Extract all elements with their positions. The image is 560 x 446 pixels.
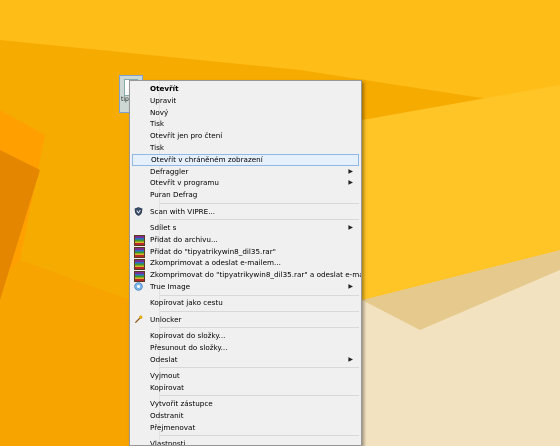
true-image-icon [134, 282, 143, 292]
menu-item-upravit[interactable]: Upravit [132, 95, 359, 107]
menu-item-label: Kopírovat jako cestu [150, 298, 223, 308]
menu-item-otevrit-jen-pro-cteni[interactable]: Otevřít jen pro čtení [132, 130, 359, 142]
menu-item-label: Přidat do "tipyatrikywin8_dil35.rar" [150, 246, 276, 256]
menu-item-label: Vlastnosti [150, 439, 186, 446]
menu-item-scan-with-vipre[interactable]: Scan with VIPRE... [132, 206, 359, 218]
menu-item-vyjmout[interactable]: Vyjmout [132, 370, 359, 382]
menu-separator [160, 202, 359, 204]
menu-item-label: Otevřít jen pro čtení [150, 131, 223, 141]
menu-item-tisk[interactable]: Tisk [132, 142, 359, 154]
menu-item-label: True Image [150, 281, 191, 291]
menu-separator [160, 327, 359, 329]
menu-item-true-image[interactable]: True Image ▶ [132, 281, 359, 293]
menu-item-puran-defrag[interactable]: Puran Defrag [132, 189, 359, 201]
menu-item-label: Přidat do archivu... [150, 234, 218, 244]
menu-item-label: Odstranit [150, 411, 184, 421]
context-menu: Otevřít Upravit Nový Tisk Otevřít jen pro čt… [129, 80, 362, 446]
menu-separator [160, 294, 359, 296]
menu-item-label: Tisk [150, 119, 165, 129]
menu-item-otevrit[interactable]: Otevřít [132, 83, 359, 95]
menu-item-label: Tisk [150, 142, 165, 152]
menu-separator [160, 435, 359, 437]
menu-item-label: Kopírovat [150, 382, 184, 392]
menu-item-prejmenovat[interactable]: Přejmenovat [132, 422, 359, 434]
menu-separator [160, 395, 359, 397]
submenu-arrow-icon: ▶ [348, 167, 353, 175]
menu-item-presunout-do-slozky[interactable]: Přesunout do složky... [132, 342, 359, 354]
menu-item-label: Kopírovat do složky... [150, 331, 226, 341]
menu-item-vlastnosti[interactable]: Vlastnosti [132, 438, 359, 446]
submenu-arrow-icon: ▶ [348, 179, 353, 187]
menu-item-odstranit[interactable]: Odstranit [132, 410, 359, 422]
menu-item-zkomprimovat-do-tipyatrikywin8-dil35-rar-a-odeslat-e-mailem[interactable]: Zkomprimovat do "tipyatrikywin8_dil35.ra… [132, 269, 362, 282]
menu-item-label: Puran Defrag [150, 190, 198, 200]
menu-item-label: Odeslat [150, 354, 178, 364]
menu-item-vytvorit-zastupce[interactable]: Vytvořit zástupce [132, 398, 359, 410]
menu-item-kopirovat-do-slozky[interactable]: Kopírovat do složky... [132, 330, 359, 342]
menu-item-label: Přesunout do složky... [150, 342, 228, 352]
menu-item-unlocker[interactable]: Unlocker [132, 314, 359, 326]
menu-item-label: Přejmenovat [150, 422, 196, 432]
menu-item-otevrit-v-programu[interactable]: Otevřít v programu ▶ [132, 177, 359, 189]
submenu-arrow-icon: ▶ [348, 355, 353, 363]
menu-item-label: Defraggler [150, 166, 189, 176]
menu-separator [160, 367, 359, 369]
menu-item-kopirovat-jako-cestu[interactable]: Kopírovat jako cestu [132, 297, 359, 309]
menu-item-zkomprimovat-a-odeslat-e-mailem[interactable]: Zkomprimovat a odeslat e-mailem... [132, 257, 359, 270]
menu-separator [160, 219, 359, 221]
menu-item-label: Zkomprimovat a odeslat e-mailem... [150, 258, 281, 268]
menu-item-pridat-do-archivu[interactable]: Přidat do archivu... [132, 234, 359, 247]
menu-item-label: Otevřít v programu [150, 178, 219, 188]
menu-item-label: Zkomprimovat do "tipyatrikywin8_dil35.ra… [150, 270, 362, 280]
submenu-arrow-icon: ▶ [348, 282, 353, 290]
menu-item-label: Vytvořit zástupce [150, 399, 213, 409]
unlocker-wand-icon [134, 315, 143, 324]
menu-item-odeslat[interactable]: Odeslat ▶ [132, 354, 359, 366]
menu-item-sdilet-s[interactable]: Sdílet s ▶ [132, 222, 359, 234]
menu-item-label: Otevřít v chráněném zobrazení [151, 154, 263, 164]
menu-item-label: Scan with VIPRE... [150, 206, 216, 216]
menu-item-label: Vyjmout [150, 371, 180, 381]
menu-item-label: Nový [150, 107, 169, 117]
submenu-arrow-icon: ▶ [348, 223, 353, 231]
menu-item-label: Sdílet s [150, 222, 177, 232]
menu-item-otevrit-v-chranenem-zobrazeni[interactable]: Otevřít v chráněném zobrazení [132, 153, 359, 166]
menu-item-pridat-do-tipyatrikywin8-dil35-rar[interactable]: Přidat do "tipyatrikywin8_dil35.rar" [132, 246, 359, 259]
menu-item-tisk[interactable]: Tisk [132, 118, 359, 130]
menu-item-label: Unlocker [150, 314, 182, 324]
menu-item-novy[interactable]: Nový [132, 107, 359, 119]
vipre-shield-icon [134, 207, 143, 216]
menu-item-defraggler[interactable]: Defraggler ▶ [132, 166, 359, 178]
menu-item-label: Upravit [150, 95, 177, 105]
menu-item-kopirovat[interactable]: Kopírovat [132, 382, 359, 394]
menu-item-label: Otevřít [150, 84, 179, 93]
menu-separator [160, 310, 359, 312]
